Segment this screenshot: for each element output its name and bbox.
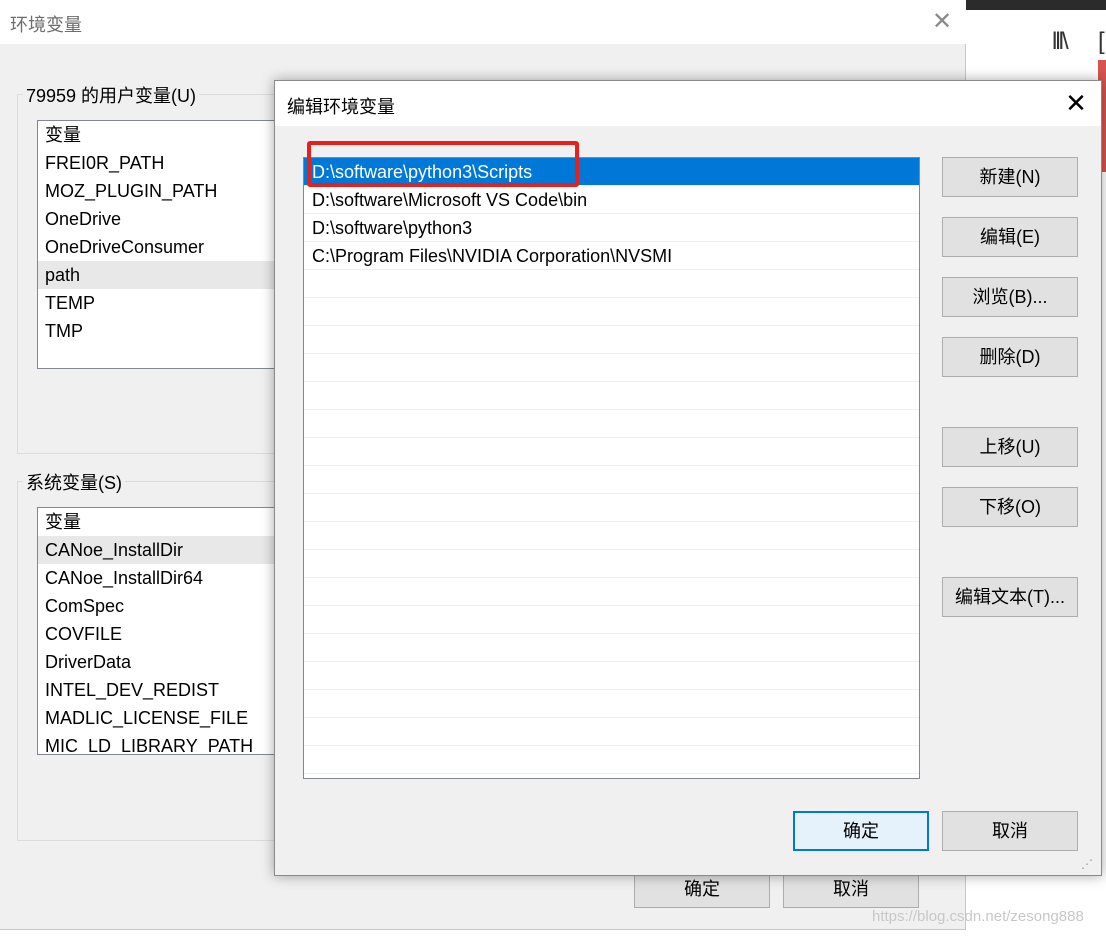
empty-row[interactable] xyxy=(304,662,919,690)
list-item[interactable]: CANoe_InstallDir64 xyxy=(38,564,276,592)
title-bar: 编辑环境变量 ✕ xyxy=(275,81,1101,126)
list-item[interactable]: TMP xyxy=(38,317,276,345)
list-item-selected[interactable]: path xyxy=(38,261,276,289)
empty-row[interactable] xyxy=(304,578,919,606)
list-item[interactable]: COVFILE xyxy=(38,620,276,648)
watermark: https://blog.csdn.net/zesong888 xyxy=(872,908,1084,925)
resize-grip-icon[interactable]: ⋰ xyxy=(1081,857,1093,871)
empty-row[interactable] xyxy=(304,438,919,466)
dialog-title: 编辑环境变量 xyxy=(287,97,395,117)
empty-row[interactable] xyxy=(304,354,919,382)
empty-row[interactable] xyxy=(304,690,919,718)
list-item[interactable]: FREI0R_PATH xyxy=(38,149,276,177)
empty-row[interactable] xyxy=(304,522,919,550)
title-bar: 环境变量 ✕ xyxy=(0,0,966,44)
background-window-edge xyxy=(966,0,1106,10)
list-header[interactable]: 变量 xyxy=(38,121,276,149)
empty-row[interactable] xyxy=(304,410,919,438)
empty-row[interactable] xyxy=(304,494,919,522)
ok-button[interactable]: 确定 xyxy=(793,811,929,851)
edit-button[interactable]: 编辑(E) xyxy=(942,217,1078,257)
empty-row[interactable] xyxy=(304,606,919,634)
empty-row[interactable] xyxy=(304,298,919,326)
system-variables-label: 系统变量(S) xyxy=(23,469,125,495)
path-item[interactable]: D:\software\Microsoft VS Code\bin xyxy=(304,186,919,214)
list-item[interactable]: MADLIC_LICENSE_FILE xyxy=(38,704,276,732)
close-icon[interactable]: ✕ xyxy=(1063,89,1089,117)
empty-row[interactable] xyxy=(304,466,919,494)
delete-button[interactable]: 删除(D) xyxy=(942,337,1078,377)
path-list[interactable]: D:\software\python3\Scripts D:\software\… xyxy=(303,157,920,779)
list-item[interactable]: TEMP xyxy=(38,289,276,317)
user-variables-list[interactable]: 变量 FREI0R_PATH MOZ_PLUGIN_PATH OneDrive … xyxy=(37,120,277,369)
path-item[interactable]: C:\Program Files\NVIDIA Corporation\NVSM… xyxy=(304,242,919,270)
move-up-button[interactable]: 上移(U) xyxy=(942,427,1078,467)
edit-environment-variable-dialog: 编辑环境变量 ✕ D:\software\python3\Scripts D:\… xyxy=(274,80,1102,876)
list-header[interactable]: 变量 xyxy=(38,508,276,536)
move-down-button[interactable]: 下移(O) xyxy=(942,487,1078,527)
empty-row[interactable] xyxy=(304,382,919,410)
browse-button[interactable]: 浏览(B)... xyxy=(942,277,1078,317)
list-item[interactable]: INTEL_DEV_REDIST xyxy=(38,676,276,704)
empty-row[interactable] xyxy=(304,634,919,662)
system-variables-list[interactable]: 变量 CANoe_InstallDir CANoe_InstallDir64 C… xyxy=(37,507,277,755)
empty-row[interactable] xyxy=(304,326,919,354)
list-item[interactable]: ComSpec xyxy=(38,592,276,620)
close-icon[interactable]: ✕ xyxy=(930,8,954,36)
path-item[interactable]: D:\software\python3 xyxy=(304,214,919,242)
empty-row[interactable] xyxy=(304,746,919,774)
list-item[interactable]: OneDriveConsumer xyxy=(38,233,276,261)
empty-row[interactable] xyxy=(304,550,919,578)
edit-text-button[interactable]: 编辑文本(T)... xyxy=(942,577,1078,617)
list-item[interactable]: OneDrive xyxy=(38,205,276,233)
red-highlight-annotation xyxy=(307,141,579,187)
dialog-title: 环境变量 xyxy=(10,15,82,35)
new-button[interactable]: 新建(N) xyxy=(942,157,1078,197)
library-icon[interactable]: lll\ xyxy=(1052,28,1069,56)
list-item[interactable]: MOZ_PLUGIN_PATH xyxy=(38,177,276,205)
list-item-selected[interactable]: CANoe_InstallDir xyxy=(38,536,276,564)
empty-row[interactable] xyxy=(304,718,919,746)
user-variables-label: 79959 的用户变量(U) xyxy=(23,82,200,108)
sidebar-icon[interactable]: [ xyxy=(1098,28,1105,56)
cancel-button[interactable]: 取消 xyxy=(942,811,1078,851)
empty-row[interactable] xyxy=(304,270,919,298)
list-item[interactable]: DriverData xyxy=(38,648,276,676)
list-item[interactable]: MIC_LD_LIBRARY_PATH xyxy=(38,732,276,754)
